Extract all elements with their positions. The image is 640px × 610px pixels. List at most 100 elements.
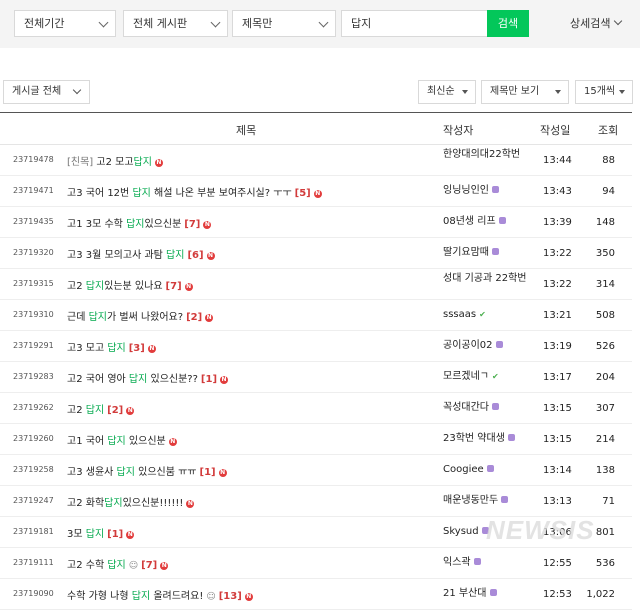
author-name: 21 부산대 [443, 588, 487, 599]
post-views: 94 [602, 186, 615, 197]
post-title-text: 고2 [67, 405, 86, 416]
post-title-text: 고3 모고 [67, 343, 108, 354]
comment-count[interactable]: [6] [187, 250, 203, 261]
post-author[interactable]: sssaas ✔ [443, 309, 543, 321]
post-time: 13:39 [543, 217, 572, 228]
search-button[interactable]: 검색 [487, 10, 529, 37]
post-title-link[interactable]: 고2 답지 [2] N [67, 401, 135, 416]
post-views: 204 [595, 372, 615, 383]
post-author[interactable]: 딸기요맘때 [443, 247, 543, 259]
post-views: 71 [602, 496, 615, 507]
post-title-link[interactable]: 고3 국어 12번 답지 해설 나온 부분 보여주시실? ㅜㅜ [5] N [67, 184, 322, 199]
author-name: 모르겠네ㄱ [443, 371, 489, 382]
post-title-link[interactable]: 고3 생윤사 답지 있으신붐 ㅠㅠ [1] N [67, 463, 227, 478]
post-author[interactable]: 잉닝닝인인 [443, 185, 543, 197]
post-title-link[interactable]: 고2 국어 영아 답지 있으신분?? [1] N [67, 370, 229, 385]
comment-count[interactable]: [13] [219, 591, 242, 602]
comment-count[interactable]: [2] [186, 312, 202, 323]
table-row[interactable]: 23719478 [친목] 고2 모고답지 N 한양대의대22학번 13:44 88 [0, 145, 632, 176]
keyword-highlight: 답지 [88, 312, 107, 323]
post-title-link[interactable]: 수학 가형 나형 답지 올려드려요! ☺ [13] N [67, 587, 253, 602]
table-row[interactable]: 23719247 고2 화학답지있으신분!!!!!! N 매운냉동만두 13:13 71 [0, 486, 632, 517]
post-title-link[interactable]: 고1 국어 답지 있으신분 N [67, 432, 177, 447]
comment-count[interactable]: [7] [166, 281, 182, 292]
post-title-link[interactable]: 고2 화학답지있으신분!!!!!! N [67, 494, 195, 509]
post-number: 23719247 [13, 496, 54, 505]
table-row[interactable]: 23719260 고1 국어 답지 있으신분 N 23학번 약대생 13:15 214 [0, 424, 632, 455]
table-row[interactable]: 23719315 고2 답지있는분 있나요 [7] N 성대 기공과 22학번 13:22… [0, 269, 632, 300]
post-title-link[interactable]: 근데 답지가 벌써 나왔어요? [2] N [67, 308, 214, 323]
comment-count[interactable]: [1] [107, 529, 123, 540]
table-row[interactable]: 23719471 고3 국어 12번 답지 해설 나온 부분 보여주시실? ㅜㅜ[… [0, 176, 632, 207]
table-row[interactable]: 23719435 고1 3모 수학 답지있으신분 [7] N 08년생 리프 13:39 1… [0, 207, 632, 238]
post-title-link[interactable]: 고2 답지있는분 있나요 [7] N [67, 277, 193, 292]
post-time: 13:15 [543, 434, 572, 445]
advanced-search-toggle[interactable]: 상세검색 [570, 15, 623, 31]
caret-down-icon [555, 90, 561, 94]
post-title-text: 3모 [67, 529, 86, 540]
comment-count[interactable]: [1] [200, 467, 216, 478]
post-number: 23719181 [13, 527, 54, 536]
post-title-link[interactable]: 고2 수학 답지 ☺ [7] N [67, 556, 169, 571]
post-author[interactable]: 08년생 리프 [443, 216, 543, 228]
table-row[interactable]: 23719111 고2 수학 답지 ☺ [7] N 익스곽 12:55 536 [0, 548, 632, 579]
comment-count[interactable]: [7] [184, 219, 200, 230]
keyword-highlight: 답지 [132, 188, 151, 199]
post-author[interactable]: 매운냉동만두 [443, 495, 543, 507]
post-title-text: 근데 [67, 312, 89, 323]
table-row[interactable]: 23719262 고2 답지 [2] N 꼭성대간다 13:15 307 [0, 393, 632, 424]
new-badge-icon: N [160, 562, 169, 570]
table-row[interactable]: 23719291 고3 모고 답지 [3] N 공이공이02 13:19 526 [0, 331, 632, 362]
comment-count[interactable]: [1] [201, 374, 217, 385]
post-time: 13:21 [543, 310, 572, 321]
view-mode-label: 제목만 보기 [490, 86, 540, 97]
post-author[interactable]: 익스곽 [443, 557, 543, 569]
new-badge-icon: N [126, 407, 135, 415]
all-posts-filter[interactable]: 게시글 전체 [3, 80, 90, 104]
post-title-link[interactable]: 고1 3모 수학 답지있으신분 [7] N [67, 215, 212, 230]
member-level-icon [498, 217, 506, 224]
post-author[interactable]: 모르겠네ㄱ ✔ [443, 371, 543, 383]
author-name: 23학번 약대생 [443, 433, 505, 444]
table-row[interactable]: 23719258 고3 생윤사 답지 있으신붐 ㅠㅠ [1] N Coogiee 13:1… [0, 455, 632, 486]
post-views: 350 [595, 248, 615, 259]
post-title-link[interactable]: [친목] 고2 모고답지 N [67, 153, 163, 168]
comment-count[interactable]: [5] [295, 188, 311, 199]
author-name: 익스곽 [443, 557, 471, 568]
post-author[interactable]: Coogiee [443, 464, 543, 476]
post-author[interactable]: 23학번 약대생 [443, 433, 543, 445]
scope-select[interactable]: 제목만 [232, 10, 336, 37]
post-views: 526 [595, 341, 615, 352]
member-level-icon [489, 589, 497, 596]
keyword-highlight: 답지 [133, 157, 152, 168]
comment-count[interactable]: [2] [107, 405, 123, 416]
post-time: 13:13 [543, 496, 572, 507]
post-number: 23719260 [13, 434, 54, 443]
sort-select[interactable]: 최신순 [418, 80, 476, 104]
search-input[interactable]: 답지 [341, 10, 488, 37]
post-title-link[interactable]: 고3 모고 답지 [3] N [67, 339, 156, 354]
view-mode-select[interactable]: 제목만 보기 [481, 80, 569, 104]
comment-count[interactable]: [3] [129, 343, 145, 354]
post-title-link[interactable]: 3모 답지 [1] N [67, 525, 135, 540]
table-row[interactable]: 23719320 고3 3월 모의고사 과탐 답지 [6] N 딸기요맘때 13:22 35… [0, 238, 632, 269]
post-author[interactable]: 공이공이02 [443, 340, 543, 352]
per-page-select[interactable]: 15개씩 [575, 80, 633, 104]
post-title-link[interactable]: 고3 3월 모의고사 과탐 답지 [6] N [67, 246, 215, 261]
table-row[interactable]: 23719310 근데 답지가 벌써 나왔어요? [2] Nsssaas ✔ 13:21 5… [0, 300, 632, 331]
post-author[interactable]: 꼭성대간다 [443, 402, 543, 414]
table-row[interactable]: 23719283 고2 국어 영아 답지 있으신분?? [1] N 모르겠네ㄱ ✔ 13:1… [0, 362, 632, 393]
board-select[interactable]: 전체 게시판 [123, 10, 228, 37]
period-select[interactable]: 전체기간 [14, 10, 116, 37]
post-title-text: 가 벌써 나왔어요? [107, 312, 184, 323]
post-views: 536 [595, 558, 615, 569]
header-title: 제목 [236, 124, 257, 137]
post-views: 148 [595, 217, 615, 228]
author-name: 공이공이02 [443, 340, 493, 351]
table-row[interactable]: 23719090 수학 가형 나형 답지 올려드려요! ☺ [13] N 21 부산대 12… [0, 579, 632, 610]
post-views: 307 [595, 403, 615, 414]
post-author[interactable]: 성대 기공과 22학번 [443, 273, 543, 285]
post-title-text: 고3 국어 12번 [67, 188, 133, 199]
post-author[interactable]: 한양대의대22학번 [443, 149, 543, 161]
post-author[interactable]: 21 부산대 [443, 588, 543, 600]
